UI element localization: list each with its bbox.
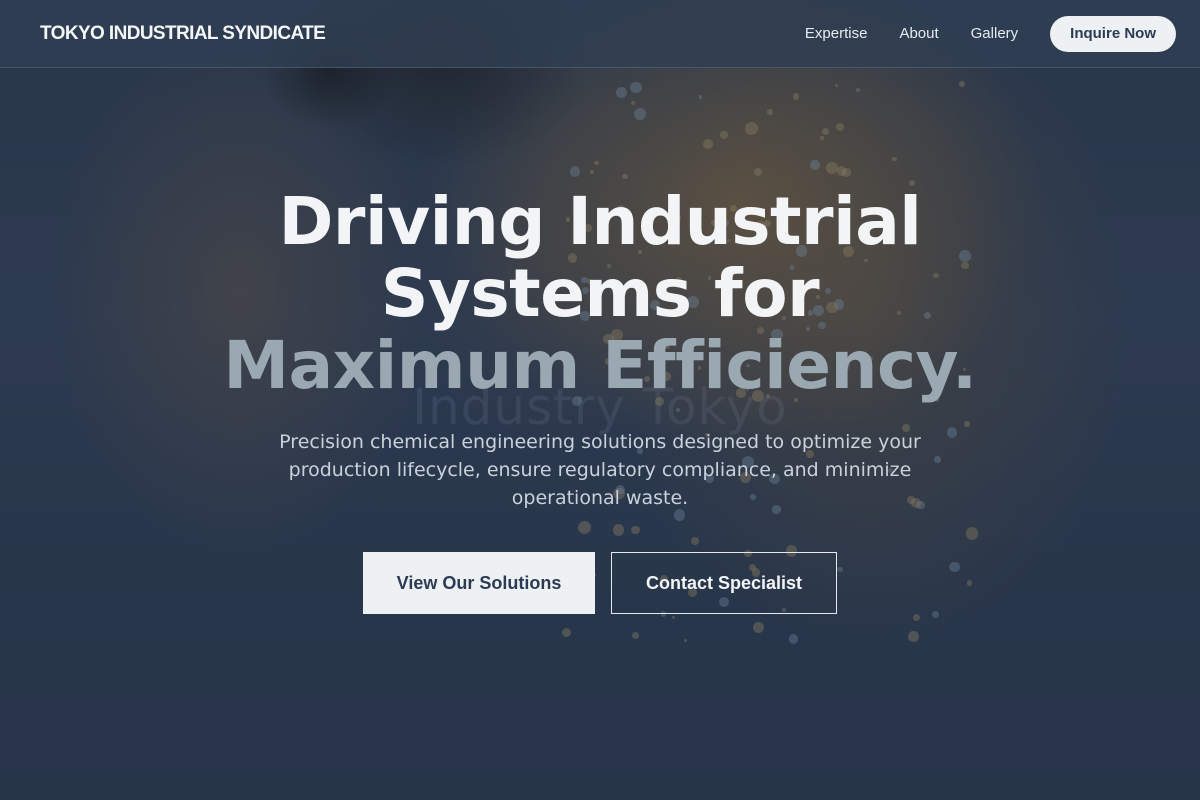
hero-headline: Driving Industrial Systems for Maximum E…	[0, 186, 1200, 402]
hero-section: Driving Industrial Systems for Maximum E…	[0, 186, 1200, 614]
nav-link-expertise[interactable]: Expertise	[805, 25, 868, 42]
brand-logo[interactable]: TOKYO INDUSTRIAL SYNDICATE	[40, 23, 326, 45]
headline-line-1: Driving Industrial	[278, 183, 922, 260]
nav-link-about[interactable]: About	[899, 25, 938, 42]
hero-subtext: Precision chemical engineering solutions…	[279, 431, 921, 509]
contact-specialist-button[interactable]: Contact Specialist	[611, 552, 837, 614]
site-header: TOKYO INDUSTRIAL SYNDICATE Expertise Abo…	[0, 0, 1200, 68]
inquire-now-button[interactable]: Inquire Now	[1050, 15, 1176, 52]
headline-line-2: Systems for	[380, 255, 820, 332]
headline-line-3: Maximum Efficiency.	[223, 327, 977, 404]
landing-page: Industry Tokyo TOKYO INDUSTRIAL SYNDICAT…	[0, 0, 1200, 800]
main-nav: Expertise About Gallery Inquire Now	[805, 15, 1176, 52]
hero-cta-row: View Our Solutions Contact Specialist	[0, 552, 1200, 614]
nav-link-gallery[interactable]: Gallery	[971, 25, 1019, 42]
view-solutions-button[interactable]: View Our Solutions	[363, 552, 595, 614]
